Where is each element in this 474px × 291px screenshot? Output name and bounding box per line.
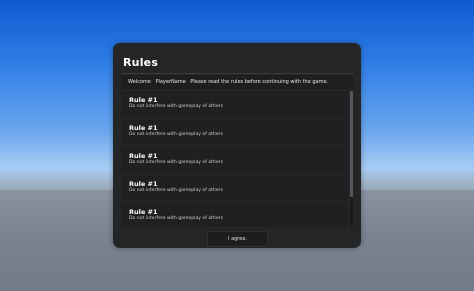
welcome-bar: Welcome PlayerName Please read the rules… [121, 75, 353, 89]
rule-description: Do not interfere with gameplay of others [129, 160, 223, 165]
rule-description: Do not interfere with gameplay of others [129, 188, 223, 193]
dialog-title: Rules [123, 56, 159, 69]
rule-item: Rule #1 Do not interfere with gameplay o… [121, 203, 348, 227]
player-name: PlayerName [155, 79, 186, 85]
scrollbar-thumb[interactable] [350, 91, 353, 197]
rule-item: Rule #1 Do not interfere with gameplay o… [121, 91, 348, 117]
welcome-message: Please read the rules before continuing … [190, 79, 329, 85]
welcome-greeting: Welcome [128, 79, 151, 85]
rules-dialog: Rules Welcome PlayerName Please read the… [113, 43, 361, 248]
title-divider [121, 73, 353, 74]
agree-button[interactable]: I agree. [207, 231, 268, 247]
rule-item: Rule #1 Do not interfere with gameplay o… [121, 119, 348, 145]
rule-description: Do not interfere with gameplay of others [129, 104, 223, 109]
rule-title: Rule #1 [129, 152, 158, 160]
rule-item: Rule #1 Do not interfere with gameplay o… [121, 175, 348, 201]
rule-title: Rule #1 [129, 124, 158, 132]
rule-title: Rule #1 [129, 96, 158, 104]
rule-item: Rule #1 Do not interfere with gameplay o… [121, 147, 348, 173]
rule-description: Do not interfere with gameplay of others [129, 132, 223, 137]
rule-title: Rule #1 [129, 180, 158, 188]
rules-list[interactable]: Rule #1 Do not interfere with gameplay o… [121, 91, 353, 227]
rule-title: Rule #1 [129, 208, 158, 216]
rule-description: Do not interfere with gameplay of others [129, 216, 223, 221]
